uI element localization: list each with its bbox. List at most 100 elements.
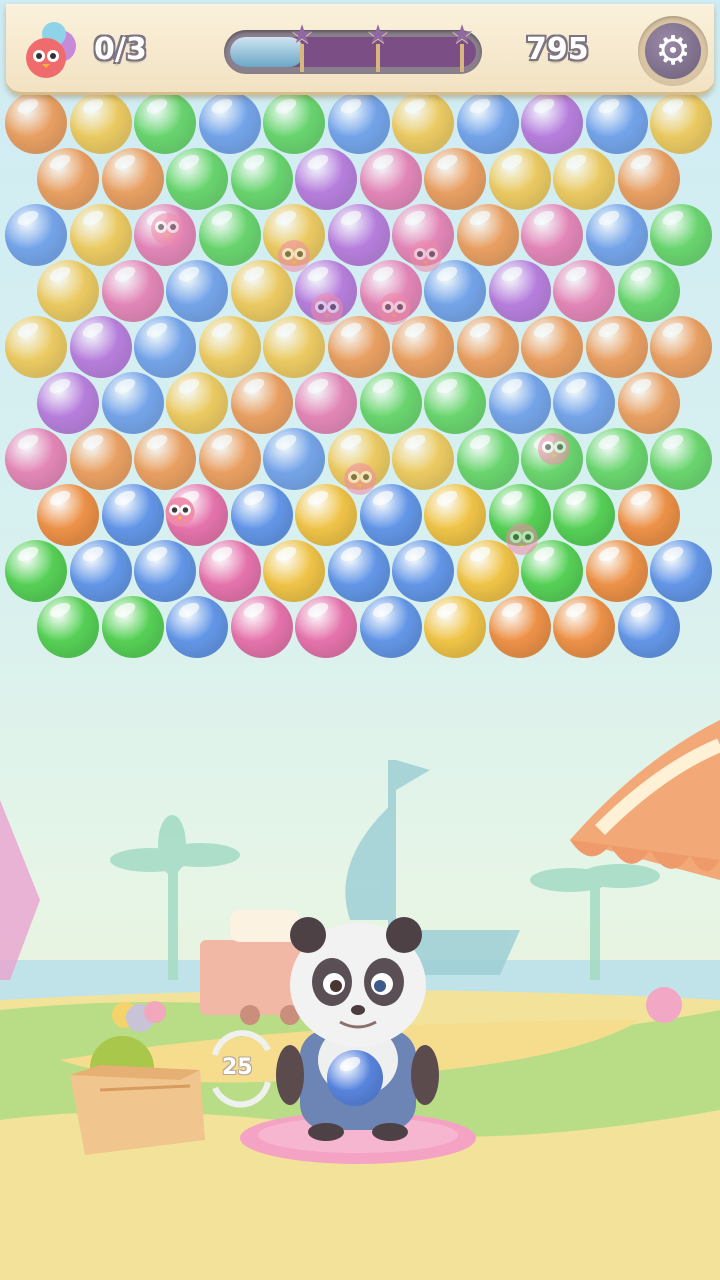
bubble-blue (134, 540, 196, 602)
bubble-orange (456, 316, 519, 378)
bubble-green (263, 92, 325, 154)
bubble-pink (230, 596, 293, 658)
bubble-orange (37, 484, 99, 546)
bubble-green (134, 92, 196, 154)
score-progress-bar (224, 30, 482, 74)
bubble-purple (37, 372, 99, 434)
bubble-blue (134, 316, 196, 378)
trapped-bird-icon (165, 497, 195, 527)
bubble-green (424, 372, 486, 434)
bubble-pink (295, 372, 357, 434)
bubble-pink (553, 260, 615, 322)
bubble-pink (359, 148, 422, 210)
birds-rescued-counter: 0/3 (94, 32, 147, 67)
bubble-orange (456, 204, 519, 266)
bubble-purple (327, 204, 390, 266)
bubble-orange (37, 148, 99, 210)
bubble-orange (521, 316, 583, 378)
bubble-green (37, 596, 99, 658)
bubble-yellow (392, 92, 454, 154)
bubble-purple (488, 260, 551, 322)
bubble-green (166, 148, 228, 210)
bubble-yellow (650, 92, 712, 154)
bubble-green (650, 428, 712, 490)
bubble-pink (521, 204, 583, 266)
bubble-green (230, 148, 293, 210)
star-2-icon: ★ (366, 20, 390, 50)
bubble-orange (553, 596, 615, 658)
bubble-orange (617, 148, 680, 210)
bubble-yellow (69, 92, 132, 154)
bubble-pink (5, 428, 67, 490)
bubble-blue (263, 428, 325, 490)
top-hud-bar: 0/3 ★ ★ ★ 795 ⚙ (6, 4, 714, 95)
bubble-orange (327, 316, 390, 378)
trapped-bird-icon (378, 293, 410, 325)
bubble-orange (230, 372, 293, 434)
score-value: 795 (526, 32, 589, 67)
bubble-blue (69, 540, 132, 602)
balls-remaining: 25 (222, 1055, 253, 1080)
bubble-yellow (198, 316, 261, 378)
bubble-blue (585, 204, 648, 266)
current-bubble[interactable] (327, 1050, 383, 1106)
bubble-orange (617, 484, 680, 546)
trapped-bird-icon (344, 463, 376, 495)
bubble-pink (295, 596, 357, 658)
bubble-purple (521, 92, 583, 154)
bubble-pink (101, 260, 164, 322)
bubble-blue (198, 92, 261, 154)
trapped-bird-icon (506, 523, 538, 555)
beach-umbrella (570, 720, 720, 880)
bubble-orange (134, 428, 196, 490)
settings-button[interactable]: ⚙ (638, 16, 708, 86)
bubble-yellow (488, 148, 551, 210)
bubble-purple (69, 316, 132, 378)
bubble-blue (327, 540, 390, 602)
bubble-yellow (37, 260, 99, 322)
bubble-orange (585, 540, 648, 602)
bubble-yellow (424, 596, 486, 658)
bubble-blue (392, 540, 454, 602)
bubble-blue (650, 540, 712, 602)
bubble-yellow (553, 148, 615, 210)
bubble-pink (198, 540, 261, 602)
bubble-blue (359, 596, 422, 658)
bubble-green (585, 428, 648, 490)
owl-birds-icon (26, 22, 76, 78)
bubble-blue (617, 596, 680, 658)
bubble-orange (488, 596, 551, 658)
trapped-bird-icon (410, 240, 442, 272)
bubble-yellow (5, 316, 67, 378)
bubble-yellow (424, 484, 486, 546)
gear-icon: ⚙ (645, 23, 701, 79)
bubble-orange (69, 428, 132, 490)
bubble-orange (617, 372, 680, 434)
star-1-icon: ★ (290, 20, 314, 50)
bubble-green (101, 596, 164, 658)
bubble-blue (456, 92, 519, 154)
bubble-yellow (392, 428, 454, 490)
bubble-blue (101, 372, 164, 434)
trapped-bird-icon (278, 240, 310, 272)
bubble-yellow (69, 204, 132, 266)
bubble-blue (5, 204, 67, 266)
bubble-green (198, 204, 261, 266)
bubble-green (650, 204, 712, 266)
trapped-bird-icon (311, 293, 343, 325)
bubble-green (553, 484, 615, 546)
bubble-blue (166, 596, 228, 658)
bubble-yellow (263, 316, 325, 378)
pink-flag (0, 800, 40, 980)
bubble-blue (166, 260, 228, 322)
bubble-blue (230, 484, 293, 546)
bubble-orange (101, 148, 164, 210)
bubble-purple (295, 148, 357, 210)
bubble-green (456, 428, 519, 490)
bubble-orange (198, 428, 261, 490)
bubble-green (359, 372, 422, 434)
bubble-green (617, 260, 680, 322)
trapped-bird-icon (538, 433, 570, 465)
trapped-bird-icon (151, 213, 183, 245)
star-3-icon: ★ (450, 20, 474, 50)
